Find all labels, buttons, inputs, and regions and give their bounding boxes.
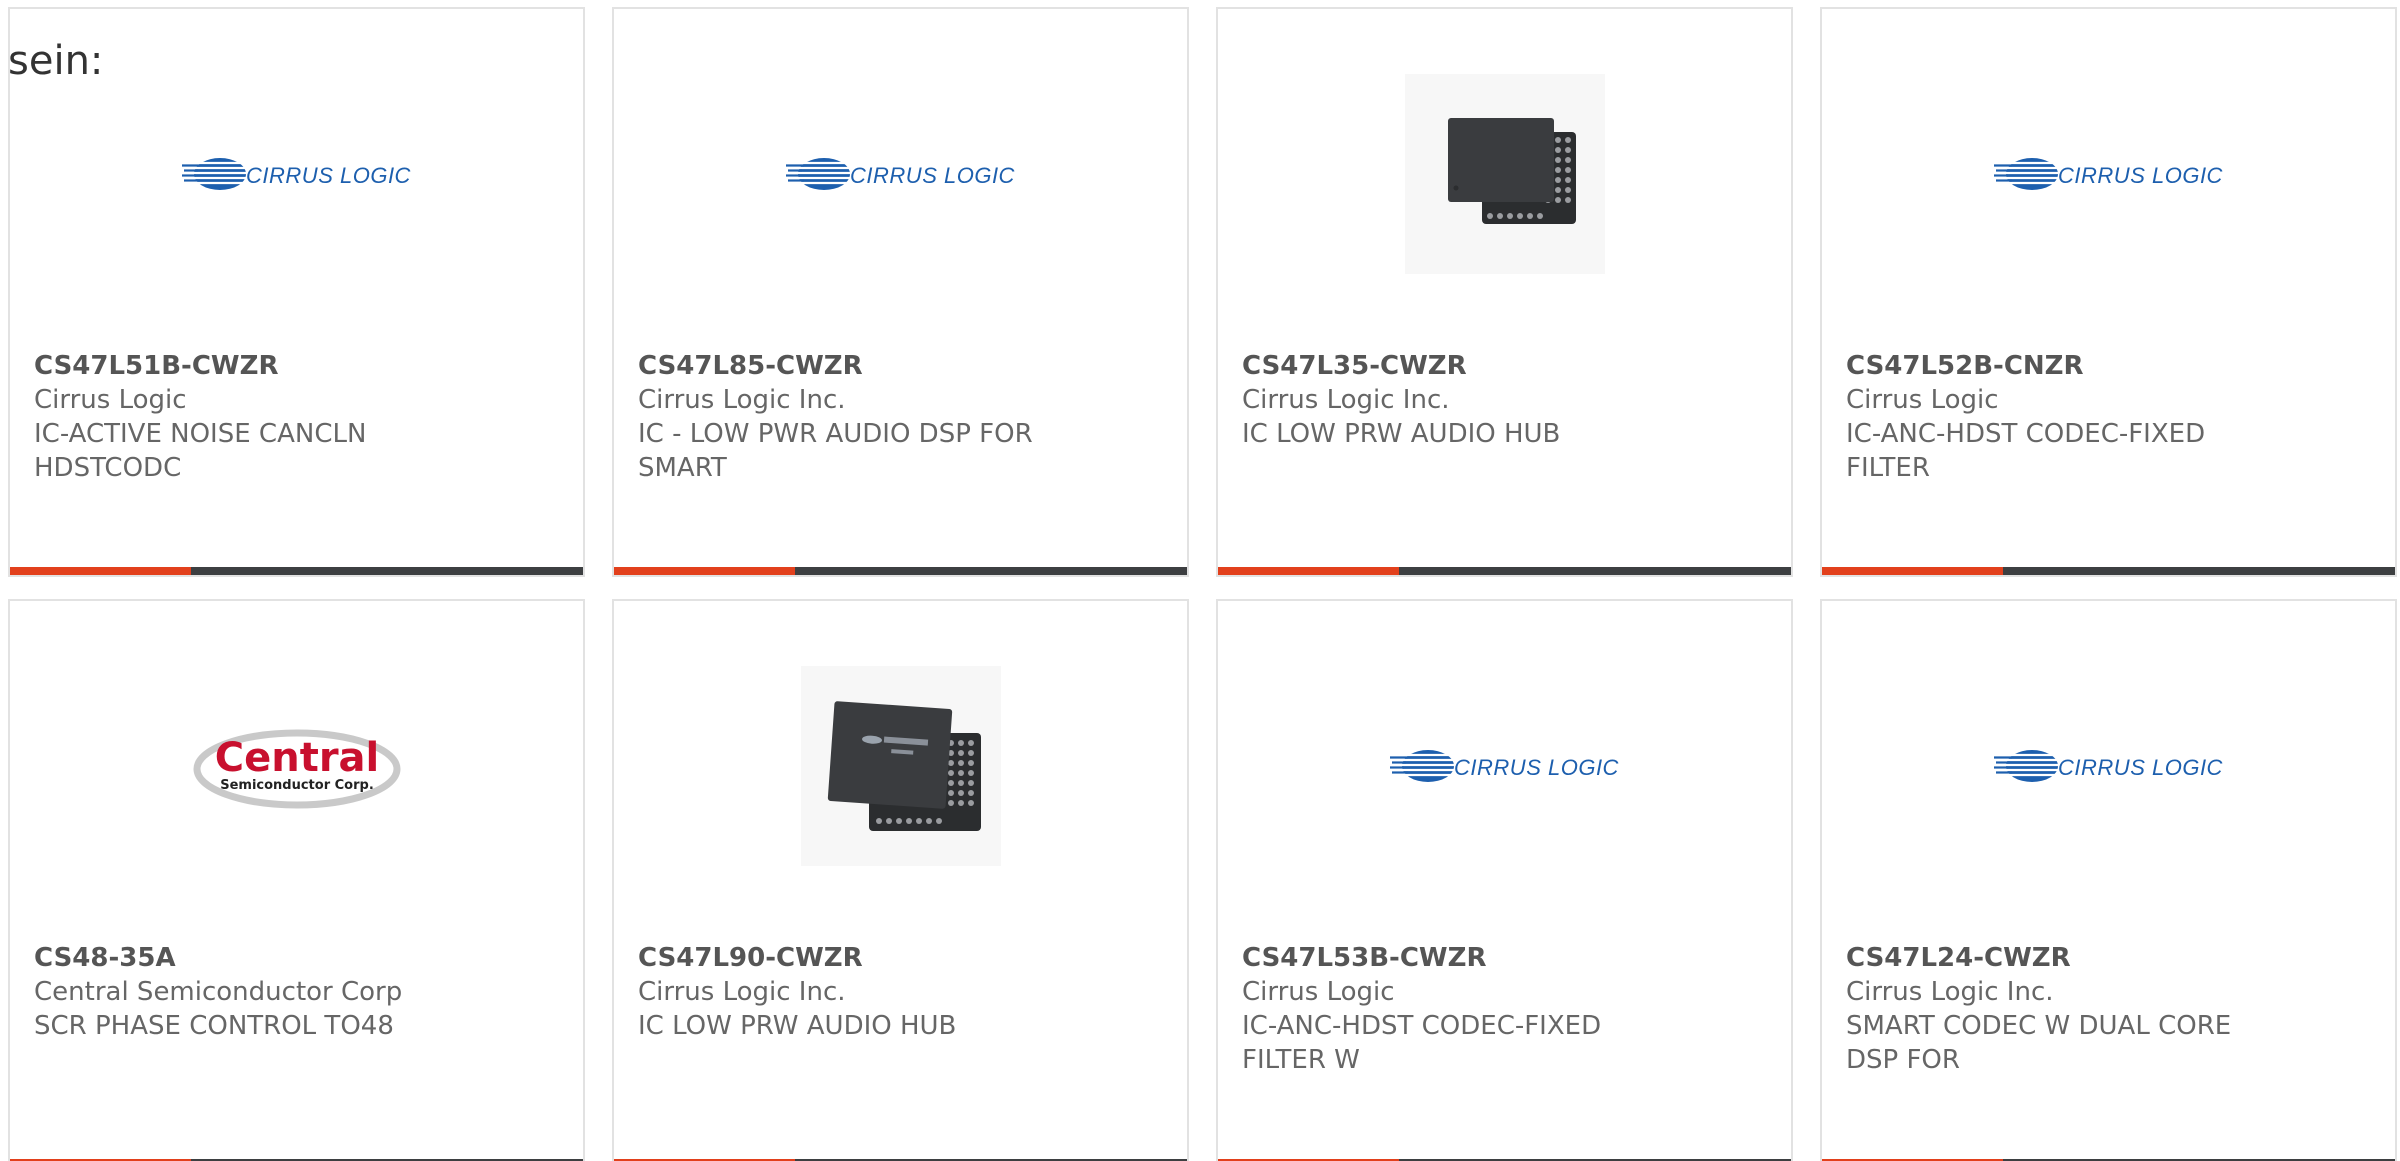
product-card[interactable]: CIRRUS LOGIC CS47L53B-CWZR Cirrus Logic …	[1216, 599, 1793, 1161]
manufacturer: Cirrus Logic	[1846, 385, 1999, 415]
central-wordmark: Central	[214, 735, 379, 781]
manufacturer: Cirrus Logic	[1242, 977, 1395, 1007]
manufacturer: Cirrus Logic Inc.	[1242, 385, 1450, 415]
part-number[interactable]: CS47L51B-CWZR	[34, 349, 434, 383]
cirrus-logic-logo: CIRRUS LOGIC	[1994, 154, 2223, 194]
product-card[interactable]: CS47L35-CWZR Cirrus Logic Inc. IC LOW PR…	[1216, 7, 1793, 577]
card-accent-bar	[614, 567, 795, 575]
bga-chip-photo-labeled	[800, 666, 1001, 866]
logo-wordmark: CIRRUS LOGIC	[1454, 755, 1619, 780]
cirrus-swoosh-icon	[1994, 750, 2061, 782]
logo-wordmark: CIRRUS LOGIC	[850, 163, 1015, 188]
product-image[interactable]: CIRRUS LOGIC	[614, 69, 1187, 279]
product-card[interactable]: CIRRUS LOGIC CS47L24-CWZR Cirrus Logic I…	[1820, 599, 2397, 1161]
manufacturer: Cirrus Logic Inc.	[638, 977, 846, 1007]
product-description: IC-ANC-HDST CODEC-FIXED FILTER W	[1242, 1011, 1602, 1075]
manufacturer: Central Semiconductor Corp	[34, 977, 403, 1007]
product-image[interactable]	[1218, 69, 1791, 279]
part-number[interactable]: CS48-35A	[34, 941, 434, 975]
manufacturer: Cirrus Logic Inc.	[638, 385, 846, 415]
part-number[interactable]: CS47L85-CWZR	[638, 349, 1038, 383]
product-description: IC LOW PRW AUDIO HUB	[638, 1011, 957, 1041]
product-card[interactable]: CIRRUS LOGIC CS47L85-CWZR Cirrus Logic I…	[612, 7, 1189, 577]
intro-text: sein:	[8, 38, 104, 84]
product-image[interactable]: Central Semiconductor Corp.	[10, 661, 583, 871]
card-accent-bar	[10, 567, 191, 575]
card-bottom-bar	[1218, 567, 1791, 575]
product-card[interactable]: CIRRUS LOGIC CS47L52B-CNZR Cirrus Logic …	[1820, 7, 2397, 577]
product-description: IC LOW PRW AUDIO HUB	[1242, 419, 1561, 449]
chip-icon	[1447, 118, 1576, 224]
manufacturer: Cirrus Logic Inc.	[1846, 977, 2054, 1007]
cirrus-logic-logo: CIRRUS LOGIC	[1390, 746, 1619, 786]
product-card[interactable]: CS47L90-CWZR Cirrus Logic Inc. IC LOW PR…	[612, 599, 1189, 1161]
product-grid: CIRRUS LOGIC CS47L51B-CWZR Cirrus Logic …	[8, 7, 2400, 1161]
product-description: IC-ACTIVE NOISE CANCLN HDSTCODC	[34, 419, 367, 483]
product-description: SMART CODEC W DUAL CORE DSP FOR	[1846, 1011, 2232, 1075]
product-image[interactable]: CIRRUS LOGIC	[1822, 661, 2395, 871]
chip-icon	[827, 701, 981, 831]
manufacturer: Cirrus Logic	[34, 385, 187, 415]
cirrus-logic-logo: CIRRUS LOGIC	[182, 154, 411, 194]
product-image[interactable]: CIRRUS LOGIC	[1218, 661, 1791, 871]
product-image[interactable]	[614, 661, 1187, 871]
product-image[interactable]: CIRRUS LOGIC	[1822, 69, 2395, 279]
central-logo-icon: Central Semiconductor Corp.	[193, 729, 400, 809]
product-card[interactable]: CIRRUS LOGIC CS47L51B-CWZR Cirrus Logic …	[8, 7, 585, 577]
product-description: IC-ANC-HDST CODEC-FIXED FILTER	[1846, 419, 2206, 483]
cirrus-swoosh-icon	[786, 158, 853, 190]
product-description: IC - LOW PWR AUDIO DSP FOR SMART	[638, 419, 1033, 483]
cirrus-swoosh-icon	[182, 158, 249, 190]
card-bottom-bar	[1822, 567, 2395, 575]
logo-wordmark: CIRRUS LOGIC	[2058, 163, 2223, 188]
product-description: SCR PHASE CONTROL TO48	[34, 1011, 394, 1041]
logo-wordmark: CIRRUS LOGIC	[2058, 755, 2223, 780]
card-bottom-bar	[614, 567, 1187, 575]
logo-wordmark: CIRRUS LOGIC	[246, 163, 411, 188]
central-subtext: Semiconductor Corp.	[220, 778, 374, 793]
product-card[interactable]: Central Semiconductor Corp. CS48-35A Cen…	[8, 599, 585, 1161]
part-number[interactable]: CS47L53B-CWZR	[1242, 941, 1642, 975]
cirrus-swoosh-icon	[1390, 750, 1457, 782]
product-image[interactable]: CIRRUS LOGIC	[10, 69, 583, 279]
cirrus-logic-logo: CIRRUS LOGIC	[786, 154, 1015, 194]
central-semiconductor-logo: Central Semiconductor Corp.	[192, 721, 402, 811]
card-accent-bar	[1822, 567, 2003, 575]
cirrus-swoosh-icon	[1994, 158, 2061, 190]
cirrus-logic-logo: CIRRUS LOGIC	[1994, 746, 2223, 786]
part-number[interactable]: CS47L90-CWZR	[638, 941, 1038, 975]
card-accent-bar	[1218, 567, 1399, 575]
part-number[interactable]: CS47L52B-CNZR	[1846, 349, 2246, 383]
bga-chip-photo	[1404, 74, 1605, 274]
card-bottom-bar	[10, 567, 583, 575]
part-number[interactable]: CS47L35-CWZR	[1242, 349, 1642, 383]
part-number[interactable]: CS47L24-CWZR	[1846, 941, 2246, 975]
